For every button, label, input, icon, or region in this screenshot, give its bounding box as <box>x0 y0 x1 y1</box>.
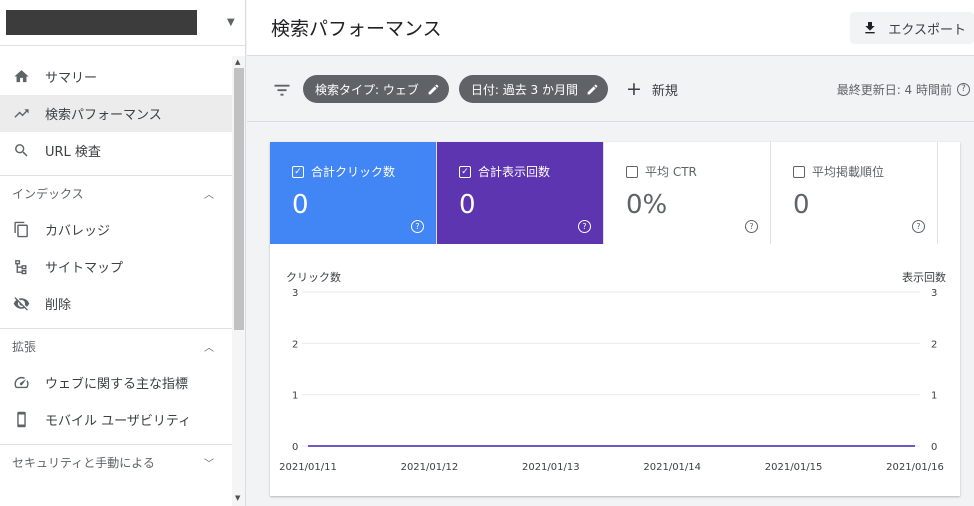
y-tick-label-left: 2 <box>292 339 298 350</box>
new-label: 新規 <box>651 83 678 99</box>
x-tick-label: 2021/01/12 <box>401 462 459 473</box>
section-header-security[interactable]: セキュリティと手動による ﹀ <box>0 444 232 480</box>
chevron-up-icon[interactable]: ︿ <box>204 339 214 354</box>
x-tick-label: 2021/01/14 <box>643 462 701 473</box>
checkbox-unchecked-icon[interactable] <box>626 165 638 178</box>
trending-up-icon <box>12 105 30 123</box>
section-header-enhancements[interactable]: 拡張 ︿ <box>0 328 232 364</box>
y-tick-label-left: 1 <box>292 391 298 402</box>
export-label: エクスポート <box>888 22 966 38</box>
metric-value: 0% <box>626 190 668 220</box>
performance-card: ✓ 合計クリック数 0 ? ✓ 合計表示回数 0 ? 平均 CTR 0% ? 平均掲… <box>270 142 960 496</box>
sidebar-item-removals[interactable]: 削除 <box>0 285 232 322</box>
sidebar-scrollbar[interactable]: ▲ ▼ <box>232 56 245 506</box>
sidebar-item-mobile-usability[interactable]: モバイル ユーザビリティ <box>0 401 232 438</box>
sidebar-nav: サマリー 検索パフォーマンス URL 検査 インデックス ︿ カバレッジ サイト… <box>0 58 232 480</box>
search-type-chip[interactable]: 検索タイプ: ウェブ <box>303 75 449 103</box>
metric-average-ctr[interactable]: 平均 CTR 0% ? <box>604 142 771 244</box>
speed-icon <box>12 374 30 392</box>
sidebar-item-url-inspection[interactable]: URL 検査 <box>0 132 232 169</box>
phone-icon <box>12 411 30 429</box>
sidebar-item-label: カバレッジ <box>45 224 111 239</box>
metric-label: 合計表示回数 <box>478 165 551 179</box>
chip-label: 日付: 過去 3 か月間 <box>470 82 578 97</box>
page-header: 検索パフォーマンス エクスポート <box>247 0 974 56</box>
sidebar-item-label: 削除 <box>45 298 72 313</box>
scrollbar-thumb[interactable] <box>234 68 244 330</box>
x-tick-label: 2021/01/11 <box>279 462 337 473</box>
property-name-redacted <box>6 10 197 35</box>
section-title: 拡張 <box>12 340 37 354</box>
help-icon[interactable]: ? <box>411 220 424 233</box>
sidebar-item-core-web-vitals[interactable]: ウェブに関する主な指標 <box>0 364 232 401</box>
y-tick-label-right: 0 <box>931 442 937 453</box>
x-tick-label: 2021/01/16 <box>886 462 944 473</box>
help-icon[interactable]: ? <box>957 82 970 96</box>
checkbox-checked-icon[interactable]: ✓ <box>459 165 471 178</box>
edit-icon <box>428 84 439 94</box>
page-title: 検索パフォーマンス <box>271 18 442 40</box>
sidebar-item-label: サイトマップ <box>45 261 124 276</box>
metric-value: 0 <box>292 190 309 220</box>
y-tick-label-right: 3 <box>931 288 937 299</box>
metric-label: 合計クリック数 <box>311 165 396 179</box>
y-tick-label-left: 3 <box>292 288 298 299</box>
chevron-up-icon[interactable]: ︿ <box>204 186 214 201</box>
last-updated: 最終更新日: 4 時間前 ? <box>837 81 970 98</box>
search-icon <box>12 142 30 160</box>
new-filter-button[interactable]: + 新規 <box>626 78 678 100</box>
sidebar-item-summary[interactable]: サマリー <box>0 58 232 95</box>
sidebar-item-coverage[interactable]: カバレッジ <box>0 211 232 248</box>
y-tick-label-left: 0 <box>292 442 298 453</box>
scroll-up-arrow-icon[interactable]: ▲ <box>235 58 240 66</box>
metric-value: 0 <box>793 190 810 220</box>
metric-total-impressions[interactable]: ✓ 合計表示回数 0 ? <box>437 142 604 244</box>
sidebar-item-label: ウェブに関する主な指標 <box>45 377 189 392</box>
sitemap-icon <box>12 258 30 276</box>
edit-icon <box>587 84 598 94</box>
scroll-down-arrow-icon[interactable]: ▼ <box>235 494 240 502</box>
sidebar-item-label: URL 検査 <box>45 145 101 160</box>
chevron-down-icon[interactable]: ▼ <box>227 17 235 28</box>
metric-value: 0 <box>459 190 476 220</box>
help-icon[interactable]: ? <box>912 220 925 233</box>
section-title: インデックス <box>12 187 84 201</box>
section-title: セキュリティと手動による <box>12 456 155 470</box>
filter-icon[interactable] <box>273 82 291 96</box>
performance-chart: クリック数 表示回数 3 3 2 2 1 1 0 0 2021/01/11 2021/01/12 2… <box>270 244 960 496</box>
visibility-off-icon <box>12 295 30 313</box>
metric-average-position[interactable]: 平均掲載順位 0 ? <box>771 142 938 244</box>
y-tick-label-right: 2 <box>931 339 937 350</box>
sidebar-item-label: サマリー <box>45 71 98 86</box>
sidebar-item-performance[interactable]: 検索パフォーマンス <box>0 95 232 132</box>
chevron-down-icon[interactable]: ﹀ <box>204 455 214 470</box>
filter-bar: 検索タイプ: ウェブ 日付: 過去 3 か月間 + 新規 最終更新日: 4 時間… <box>247 57 974 122</box>
x-tick-label: 2021/01/15 <box>765 462 823 473</box>
plus-icon: + <box>625 78 642 100</box>
help-icon[interactable]: ? <box>578 220 591 233</box>
property-selector[interactable]: ▼ <box>0 0 245 46</box>
home-icon <box>12 68 30 86</box>
sidebar-item-sitemaps[interactable]: サイトマップ <box>0 248 232 285</box>
sidebar-item-label: 検索パフォーマンス <box>45 108 162 123</box>
help-icon[interactable]: ? <box>745 220 758 233</box>
section-header-index[interactable]: インデックス ︿ <box>0 175 232 211</box>
checkbox-checked-icon[interactable]: ✓ <box>292 165 304 178</box>
x-tick-label: 2021/01/13 <box>522 462 580 473</box>
export-button[interactable]: エクスポート <box>850 12 974 44</box>
y-tick-label-right: 1 <box>931 391 937 402</box>
chart-svg: 3 3 2 2 1 1 0 0 2021/01/11 2021/01/12 2021/01/13 20… <box>279 288 944 473</box>
metric-tabs: ✓ 合計クリック数 0 ? ✓ 合計表示回数 0 ? 平均 CTR 0% ? 平均掲… <box>270 142 960 244</box>
metric-label: 平均掲載順位 <box>812 165 885 179</box>
sidebar: ▼ サマリー 検索パフォーマンス URL 検査 インデックス ︿ カバレッジ サ… <box>0 0 246 506</box>
metric-total-clicks[interactable]: ✓ 合計クリック数 0 ? <box>270 142 437 244</box>
copy-icon <box>12 221 30 239</box>
metric-label: 平均 CTR <box>645 165 697 179</box>
date-range-chip[interactable]: 日付: 過去 3 か月間 <box>458 75 608 103</box>
download-icon <box>865 22 876 34</box>
last-updated-text: 最終更新日: 4 時間前 <box>836 82 952 97</box>
sidebar-item-label: モバイル ユーザビリティ <box>45 414 192 429</box>
checkbox-unchecked-icon[interactable] <box>793 165 805 178</box>
chip-label: 検索タイプ: ウェブ <box>315 82 419 97</box>
